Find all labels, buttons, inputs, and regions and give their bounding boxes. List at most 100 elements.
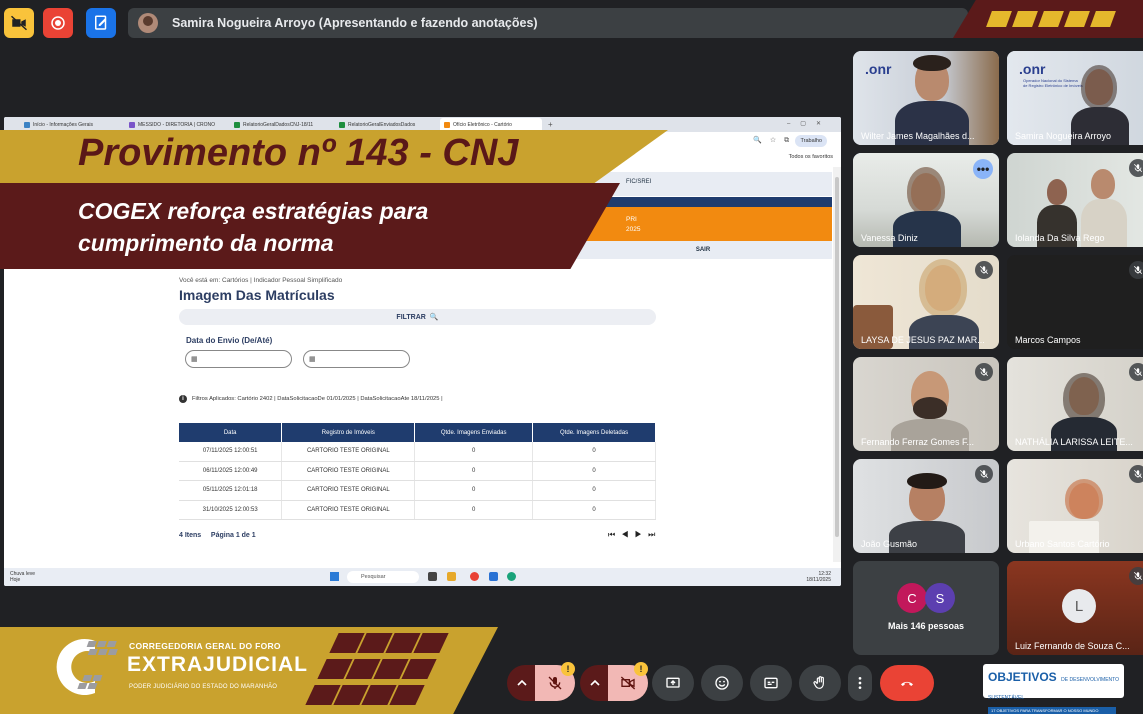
column-header[interactable]: Registro de Imóveis [281,423,416,442]
participant-name: Iolanda Da Silva Rego [1015,233,1105,243]
participant-tile[interactable]: Marcos Campos [1007,255,1143,349]
participant-tile[interactable]: .onr Operador Nacional do Sistema de Reg… [1007,51,1143,145]
calendar-icon: ▦ [191,356,198,363]
brand-banner [953,0,1143,38]
leave-call-button[interactable] [880,665,934,701]
participant-tile[interactable]: .onr Wilter James Magalhães d... [853,51,999,145]
calendar-icon: ▦ [309,356,316,363]
browser-tab-active[interactable]: Ofício Eletrônico - Cartório [440,118,542,131]
bookmarks-folder[interactable]: Todos os favoritos [789,154,833,160]
table-footer: 4 Itens Página 1 de 1 [179,532,256,539]
overlay-title: Provimento nº 143 - CNJ [78,132,519,174]
camera-off-icon [620,676,636,690]
participant-tile[interactable]: Urbano Santos Cartório [1007,459,1143,553]
more-people-label: Mais 146 pessoas [887,621,965,631]
chrome-icon[interactable] [470,572,479,581]
app-icon[interactable] [489,572,498,581]
window-controls-icon[interactable]: –▢✕ [787,120,831,127]
audio-options-button[interactable] [507,665,537,701]
participant-tile[interactable]: LAYSA DE JESUS PAZ MAR... [853,255,999,349]
column-header[interactable]: Data [179,423,283,442]
emoji-icon [715,676,729,690]
onr-logo: .onr [865,61,892,77]
camera-warning-icon: ! [634,662,648,676]
video-options-button[interactable] [580,665,610,701]
mic-off-icon [1129,465,1143,483]
browser-tab[interactable]: Início - Informações Gerais [20,118,122,131]
profile-work-pill[interactable]: Trabalho [795,135,827,147]
presenter-avatar [138,13,158,33]
avatar: L [1062,589,1096,623]
present-screen-button[interactable] [652,665,694,701]
mic-off-icon [1129,261,1143,279]
participant-name: Fernando Ferraz Gomes F... [861,437,975,447]
taskbar-search[interactable]: Pesquisar [347,571,419,583]
more-people-tile[interactable]: C S Mais 146 pessoas [853,561,999,655]
participant-tile[interactable]: Iolanda Da Silva Rego [1007,153,1143,247]
mic-off-icon [1129,363,1143,381]
participant-name: Vanessa Diniz [861,233,918,243]
info-icon: i [179,395,187,403]
browser-tab[interactable]: RelatorioGeralEnviadosDados [335,118,437,131]
present-screen-icon [666,677,680,688]
browser-tab-strip: Início - Informações Gerais MESSIDO - DI… [4,117,841,132]
notes-icon[interactable] [86,8,116,38]
column-header[interactable]: Qtde. Imagens Deletadas [532,423,656,442]
browser-tab[interactable]: RelatorioGeralDadosCNJ-18/11 [230,118,332,131]
participant-name: Marcos Campos [1015,335,1081,345]
avatar: C [897,583,927,613]
favicon-icon [24,121,30,128]
mic-off-icon [975,363,993,381]
menu-item-active[interactable]: PRI 2025 [574,207,832,241]
participant-name: LAYSA DE JESUS PAZ MAR... [861,335,985,345]
captions-icon [764,677,778,689]
date-to-input[interactable]: ▦ [303,350,410,368]
onr-subtitle: Operador Nacional do Sistema de Registro… [1023,78,1083,88]
column-header[interactable]: Qtde. Imagens Enviadas [414,423,534,442]
participant-name: Urbano Santos Cartório [1015,539,1110,549]
logout-button[interactable]: SAIR [574,241,832,259]
edge-icon[interactable] [507,572,516,581]
presenter-pill[interactable]: Samira Nogueira Arroyo (Apresentando e f… [128,8,968,38]
participant-name: Samira Nogueira Arroyo [1015,131,1112,141]
date-from-input[interactable]: ▦ [185,350,292,368]
cgj-logo-icon [56,639,118,695]
mic-off-icon [975,261,993,279]
mic-off-icon [1129,159,1143,177]
avatar: S [925,583,955,613]
mic-off-icon [1129,567,1143,585]
reactions-button[interactable] [701,665,743,701]
app-icon[interactable] [428,572,437,581]
org-line-1: CORREGEDORIA GERAL DO FORO [129,641,281,651]
participant-name: NATHÁLIA LARISSA LEITE... [1015,437,1133,447]
os-taskbar: Chuva leve Hoje Pesquisar 12:32 18/11/20… [4,568,841,586]
participant-tile[interactable]: Fernando Ferraz Gomes F... [853,357,999,451]
page-scrollbar[interactable] [833,167,841,562]
participant-tile-speaking[interactable]: ••• Vanessa Diniz [853,153,999,247]
more-options-icon[interactable]: ••• [973,159,993,179]
folder-icon[interactable] [447,572,456,581]
windows-start-icon[interactable] [330,572,339,581]
pagination-controls-icon[interactable]: ⏮ ◀ ▶ ⏭ [608,530,657,540]
participant-tile[interactable]: João Gusmão [853,459,999,553]
favicon-icon [339,121,345,128]
raise-hand-button[interactable] [799,665,841,701]
new-tab-icon[interactable]: + [548,120,553,129]
table-row: 31/10/2025 12:00:53 CARTORIO TESTE ORIGIN… [179,500,656,521]
chevron-up-icon [590,679,600,686]
items-count: 4 Itens [179,532,202,539]
weather-widget[interactable]: Chuva leve Hoje [10,571,35,583]
more-vert-icon [858,677,862,689]
more-options-button[interactable] [848,665,872,701]
table-row: 06/11/2025 12:00:49 CARTORIO TESTE ORIGIN… [179,461,656,482]
breadcrumb: Você está em: Cartórios | Indicador Pess… [179,277,343,284]
camera-off-indicator-icon[interactable] [4,8,34,38]
applied-filters: i Filtros Aplicados: Cartório 2402 | Dat… [179,395,443,403]
participant-tile[interactable]: NATHÁLIA LARISSA LEITE... [1007,357,1143,451]
participant-tile[interactable]: L Luiz Fernando de Souza C... [1007,561,1143,655]
org-line-3: PODER JUDICIÁRIO DO ESTADO DO MARANHÃO [129,684,278,690]
recording-icon[interactable] [43,8,73,38]
captions-button[interactable] [750,665,792,701]
filter-button[interactable]: FILTRAR 🔍 [179,309,656,325]
browser-tab[interactable]: MESSIDO - DIRETORIA | CRONO [125,118,227,131]
